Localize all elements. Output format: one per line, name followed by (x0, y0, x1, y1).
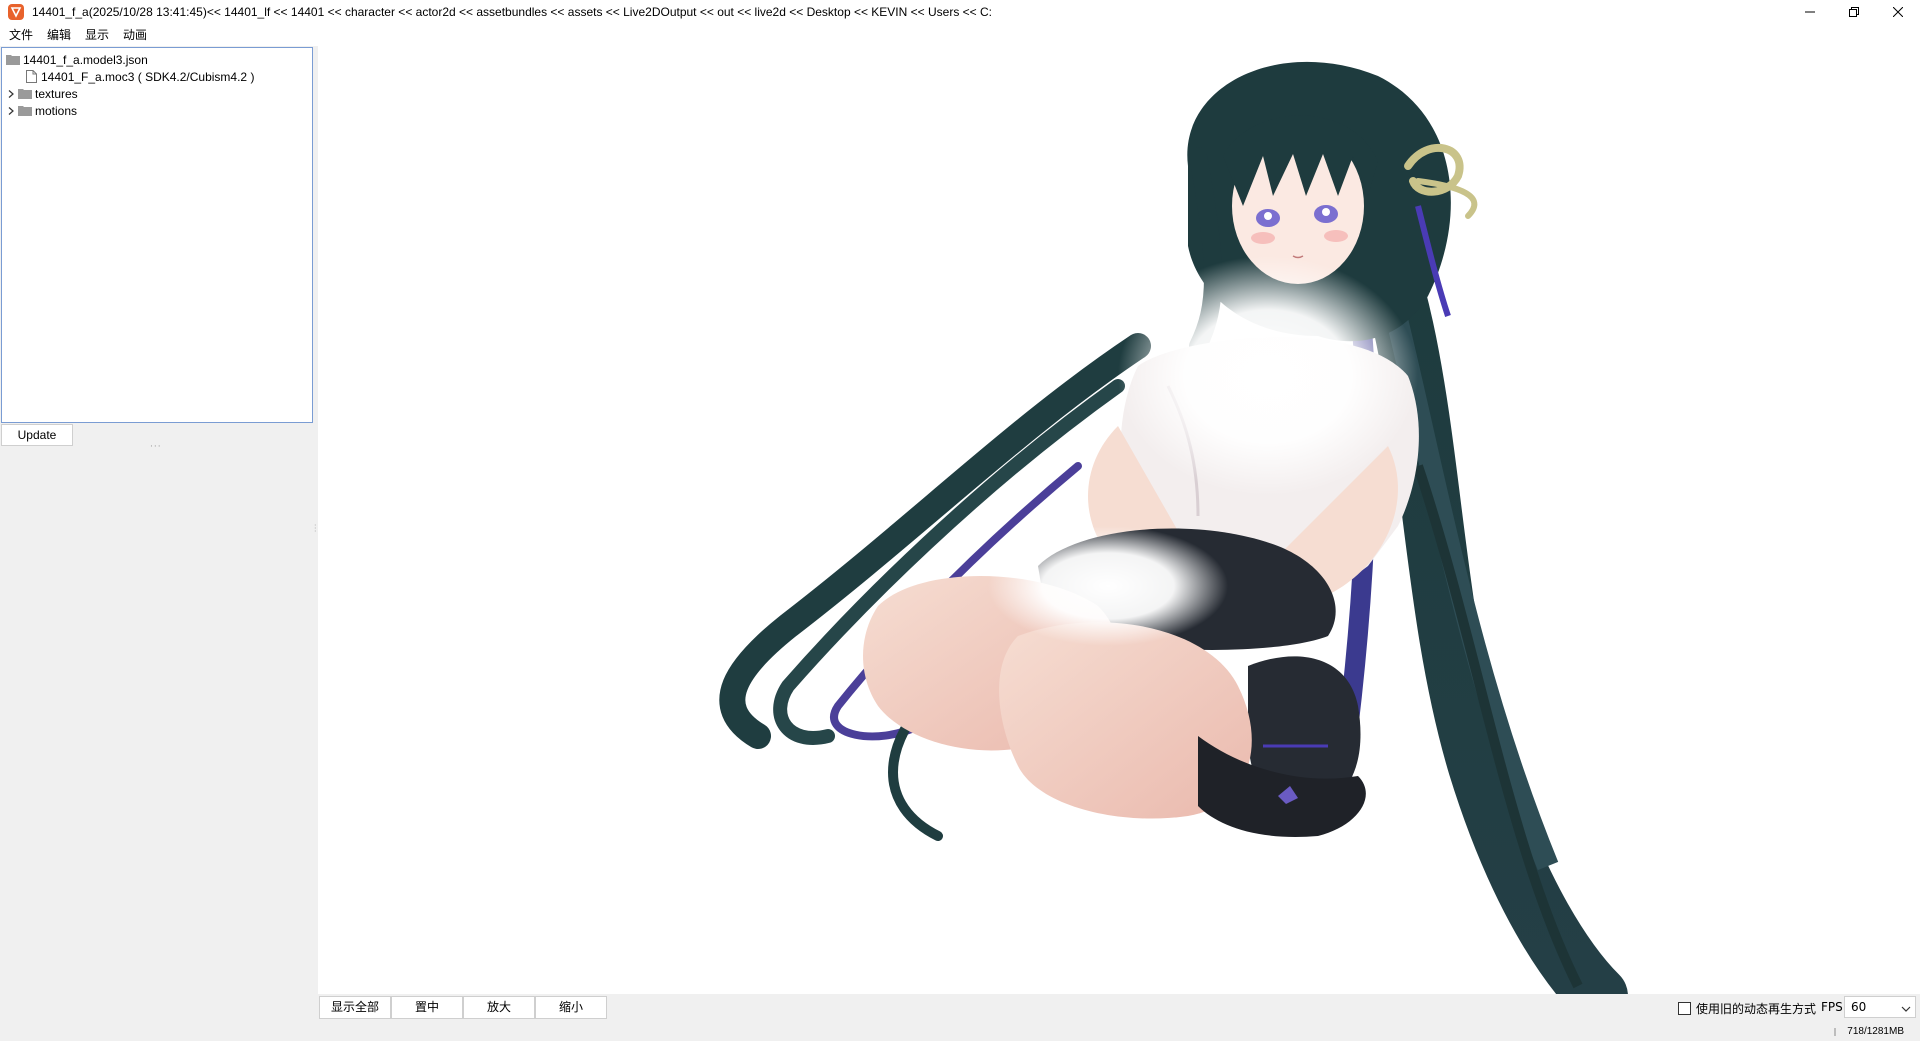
fps-label: FPS (1821, 1000, 1843, 1014)
chevron-right-icon[interactable] (5, 105, 17, 117)
window-title: 14401_f_a(2025/10/28 13:41:45)<< 14401_l… (32, 5, 993, 19)
old-motion-mode-label: 使用旧的动态再生方式 (1696, 1002, 1817, 1016)
folder-icon (17, 87, 33, 101)
center-button[interactable]: 置中 (391, 996, 463, 1019)
fps-value: 60 (1851, 1000, 1867, 1014)
file-icon (23, 70, 39, 84)
fps-select[interactable]: 60 (1844, 996, 1916, 1018)
close-button[interactable] (1876, 0, 1920, 24)
left-panel: 14401_f_a.model3.json 14401_F_a.moc3 ( S… (0, 46, 316, 1041)
zoom-out-button[interactable]: 缩小 (535, 996, 607, 1019)
tree-item-motions[interactable]: motions (5, 102, 77, 119)
tree-item-label: textures (35, 86, 78, 101)
status-bar: 718/1281MB (0, 1022, 1920, 1041)
minimize-icon (1805, 11, 1815, 13)
minimize-button[interactable] (1788, 0, 1832, 24)
close-icon (1893, 7, 1903, 17)
app-icon (8, 4, 24, 20)
title-bar: 14401_f_a(2025/10/28 13:41:45)<< 14401_l… (0, 0, 1920, 24)
menu-bar: 文件 编辑 显示 动画 (0, 24, 1920, 46)
restore-icon (1849, 7, 1859, 17)
menu-view[interactable]: 显示 (78, 24, 116, 46)
memory-usage: 718/1281MB (1847, 1026, 1904, 1037)
old-motion-mode-toggle[interactable]: 使用旧的动态再生方式 (1678, 1000, 1816, 1017)
old-motion-mode-checkbox[interactable] (1678, 1002, 1691, 1015)
tree-item-moc[interactable]: 14401_F_a.moc3 ( SDK4.2/Cubism4.2 ) (23, 68, 254, 85)
menu-animation[interactable]: 动画 (116, 24, 154, 46)
restore-button[interactable] (1832, 0, 1876, 24)
model-canvas[interactable] (318, 46, 1920, 994)
tree-item-label: 14401_F_a.moc3 ( SDK4.2/Cubism4.2 ) (41, 69, 255, 84)
folder-icon (17, 104, 33, 118)
bottom-toolbar: 显示全部 置中 放大 缩小 使用旧的动态再生方式 FPS 60 (318, 994, 1920, 1022)
tree-item-textures[interactable]: textures (5, 85, 78, 102)
chevron-down-icon (1901, 1000, 1911, 1020)
chevron-right-icon[interactable] (5, 88, 17, 100)
show-all-button[interactable]: 显示全部 (319, 996, 391, 1019)
horizontal-splitter-handle[interactable]: ··· (150, 442, 162, 452)
menu-edit[interactable]: 编辑 (40, 24, 78, 46)
live2d-model-illustration[interactable] (318, 46, 1920, 994)
menu-file[interactable]: 文件 (2, 24, 40, 46)
memory-gauge (1834, 1028, 1836, 1036)
tree-root-label: 14401_f_a.model3.json (23, 52, 148, 67)
zoom-in-button[interactable]: 放大 (463, 996, 535, 1019)
update-button[interactable]: Update (1, 424, 73, 446)
tree-item-label: motions (35, 103, 78, 118)
file-tree[interactable]: 14401_f_a.model3.json 14401_F_a.moc3 ( S… (1, 47, 313, 423)
window-controls (1788, 0, 1920, 24)
tree-root[interactable]: 14401_f_a.model3.json (5, 51, 148, 68)
folder-icon (5, 53, 21, 67)
